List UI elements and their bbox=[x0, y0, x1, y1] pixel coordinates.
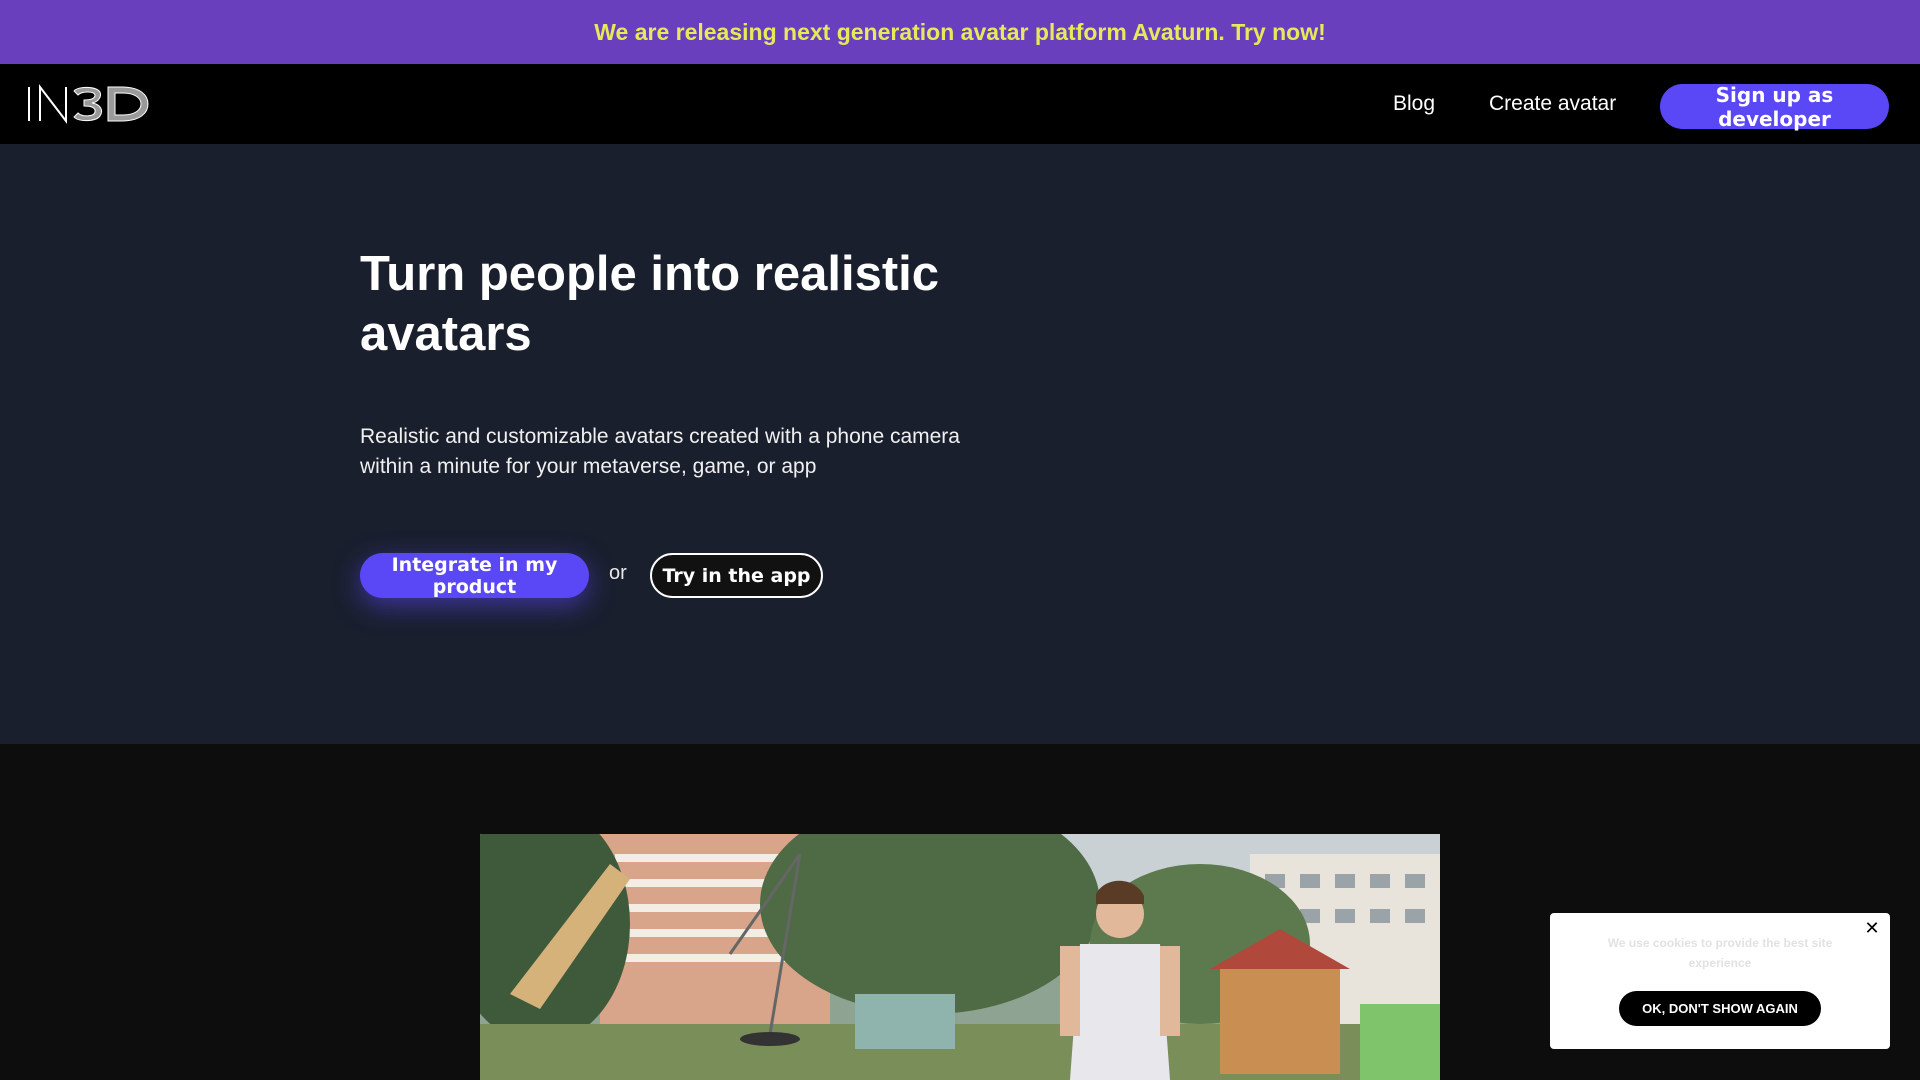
hero-title: Turn people into realistic avatars bbox=[360, 247, 940, 361]
cookie-message: We use cookies to provide the best site … bbox=[1607, 936, 1833, 970]
nav-link-blog[interactable]: Blog bbox=[1393, 64, 1435, 144]
announcement-link[interactable]: We are releasing next generation avatar … bbox=[594, 19, 1326, 46]
hero-section: Turn people into realistic avatars Reali… bbox=[0, 144, 1920, 744]
announcement-bar: We are releasing next generation avatar … bbox=[0, 0, 1920, 64]
playground-video-preview-icon bbox=[480, 834, 1440, 1080]
logo-graphic bbox=[28, 84, 149, 124]
top-navigation: Blog Create avatar Sign up as developer bbox=[0, 64, 1920, 144]
demo-video[interactable] bbox=[480, 834, 1440, 1080]
cookie-ok-button[interactable]: OK, DON'T SHOW AGAIN bbox=[1619, 991, 1821, 1026]
or-separator: or bbox=[609, 562, 627, 584]
integrate-in-product-button[interactable]: Integrate in my product bbox=[360, 553, 589, 598]
in3d-logo[interactable] bbox=[26, 84, 150, 124]
cookie-banner: ✕ We use cookies to provide the best sit… bbox=[1550, 913, 1890, 1049]
try-in-app-button[interactable]: Try in the app bbox=[650, 553, 823, 598]
close-icon[interactable]: ✕ bbox=[1862, 919, 1882, 939]
sign-up-developer-button[interactable]: Sign up as developer bbox=[1660, 83, 1889, 131]
nav-link-create-avatar[interactable]: Create avatar bbox=[1489, 64, 1616, 144]
hero-subtitle: Realistic and customizable avatars creat… bbox=[360, 425, 960, 478]
